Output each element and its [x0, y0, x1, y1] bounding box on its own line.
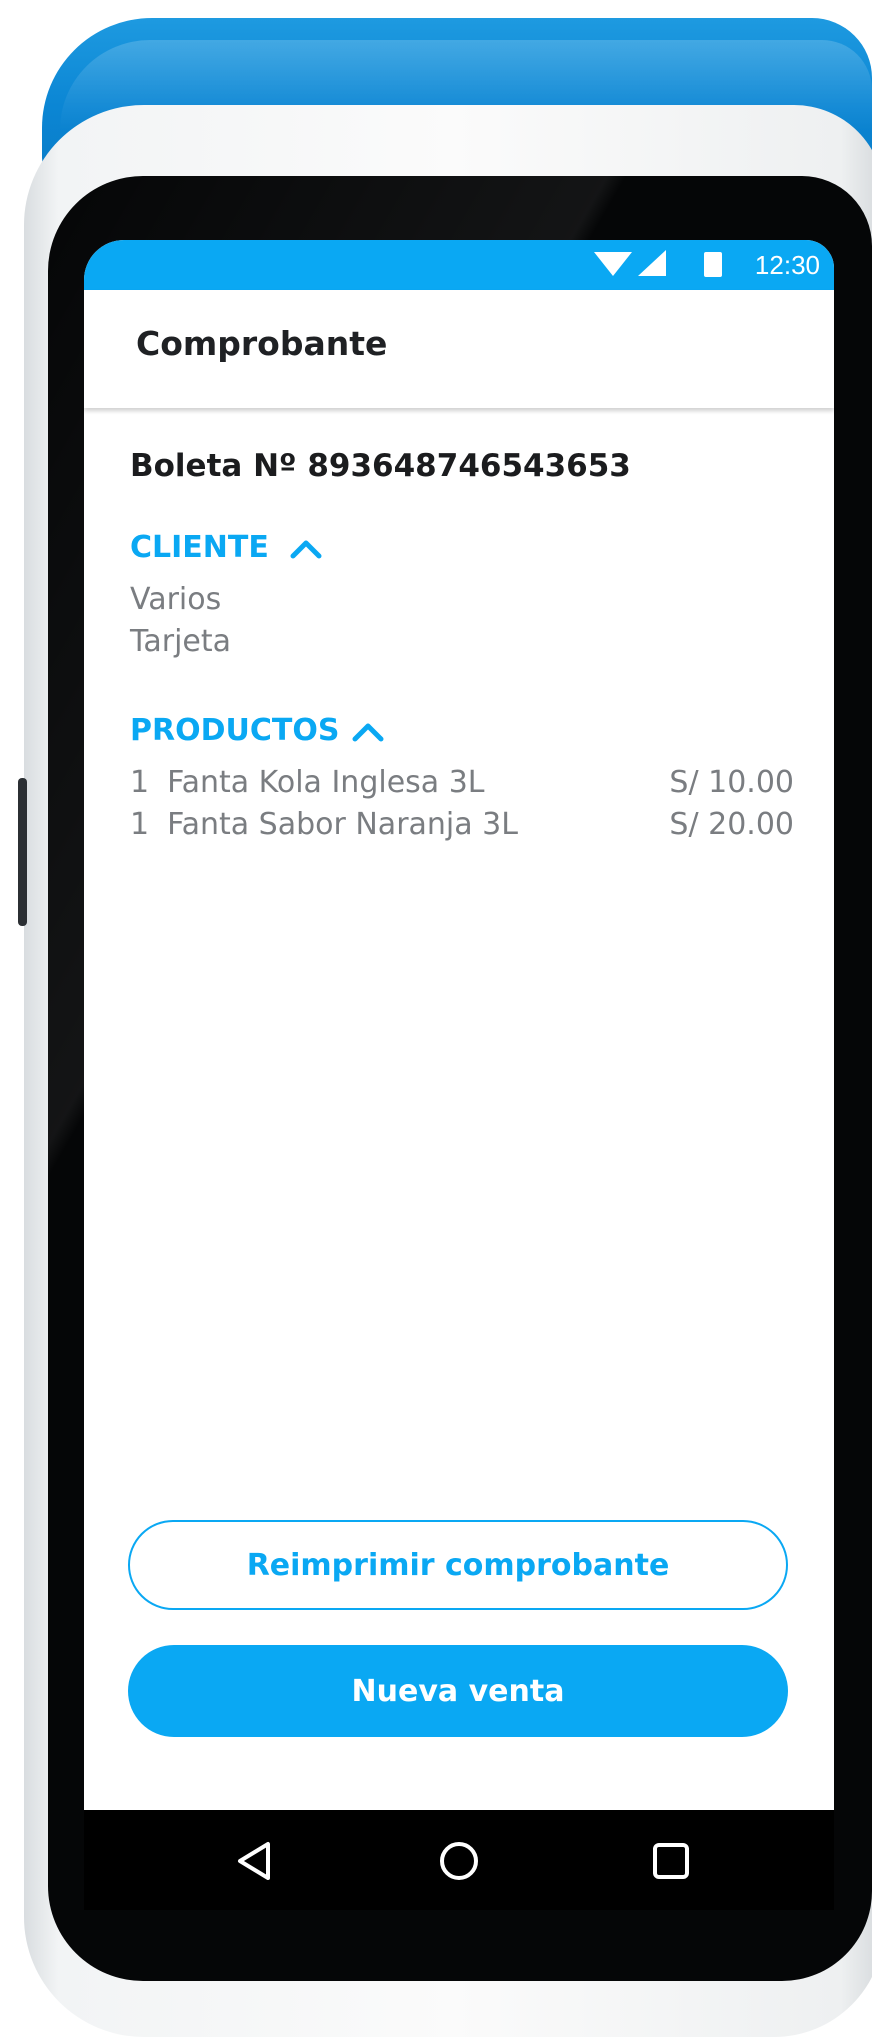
product-price: S/ 10.00: [669, 765, 794, 800]
signal-icon: [638, 250, 666, 276]
battery-icon: [704, 252, 722, 277]
app-bar: Comprobante: [84, 290, 834, 408]
productos-header-toggle[interactable]: PRODUCTOS: [130, 713, 794, 748]
device-side-button: [18, 778, 27, 926]
list-item: 1 Fanta Sabor Naranja 3L S/ 20.00: [130, 804, 794, 846]
chevron-up-icon: [352, 723, 384, 741]
phone-screen: 12:30 Comprobante Boleta Nº 893648746543…: [84, 240, 834, 1810]
cliente-header-label: CLIENTE: [130, 530, 269, 565]
status-time: 12:30: [754, 250, 820, 280]
product-quantity: 1: [130, 765, 150, 800]
productos-section: PRODUCTOS 1 Fanta Kola Inglesa 3L S/ 10.…: [130, 713, 794, 846]
product-quantity: 1: [130, 807, 150, 842]
status-bar: 12:30: [84, 240, 834, 290]
productos-header-label: PRODUCTOS: [130, 713, 340, 748]
new-sale-button[interactable]: Nueva venta: [128, 1645, 788, 1737]
android-nav-bar: [84, 1810, 834, 1910]
status-icons: [594, 250, 722, 277]
reprint-receipt-button[interactable]: Reimprimir comprobante: [128, 1520, 788, 1610]
recents-square-icon[interactable]: [646, 1836, 696, 1886]
receipt-number: Boleta Nº 893648746543653: [130, 448, 631, 484]
product-price: S/ 20.00: [669, 807, 794, 842]
cliente-name: Varios: [130, 582, 222, 617]
product-name: Fanta Sabor Naranja 3L: [167, 807, 518, 842]
product-name: Fanta Kola Inglesa 3L: [167, 765, 485, 800]
cliente-header-toggle[interactable]: CLIENTE: [130, 530, 794, 565]
back-triangle-icon[interactable]: [230, 1836, 280, 1886]
wifi-icon: [594, 252, 632, 276]
cliente-section: CLIENTE Varios Tarjeta: [130, 530, 794, 663]
receipt-content: Boleta Nº 893648746543653 CLIENTE Varios…: [130, 448, 794, 846]
page-title: Comprobante: [136, 324, 388, 363]
cliente-payment-method: Tarjeta: [130, 624, 232, 659]
list-item: 1 Fanta Kola Inglesa 3L S/ 10.00: [130, 762, 794, 804]
home-circle-icon[interactable]: [434, 1836, 484, 1886]
chevron-up-icon: [290, 540, 322, 558]
